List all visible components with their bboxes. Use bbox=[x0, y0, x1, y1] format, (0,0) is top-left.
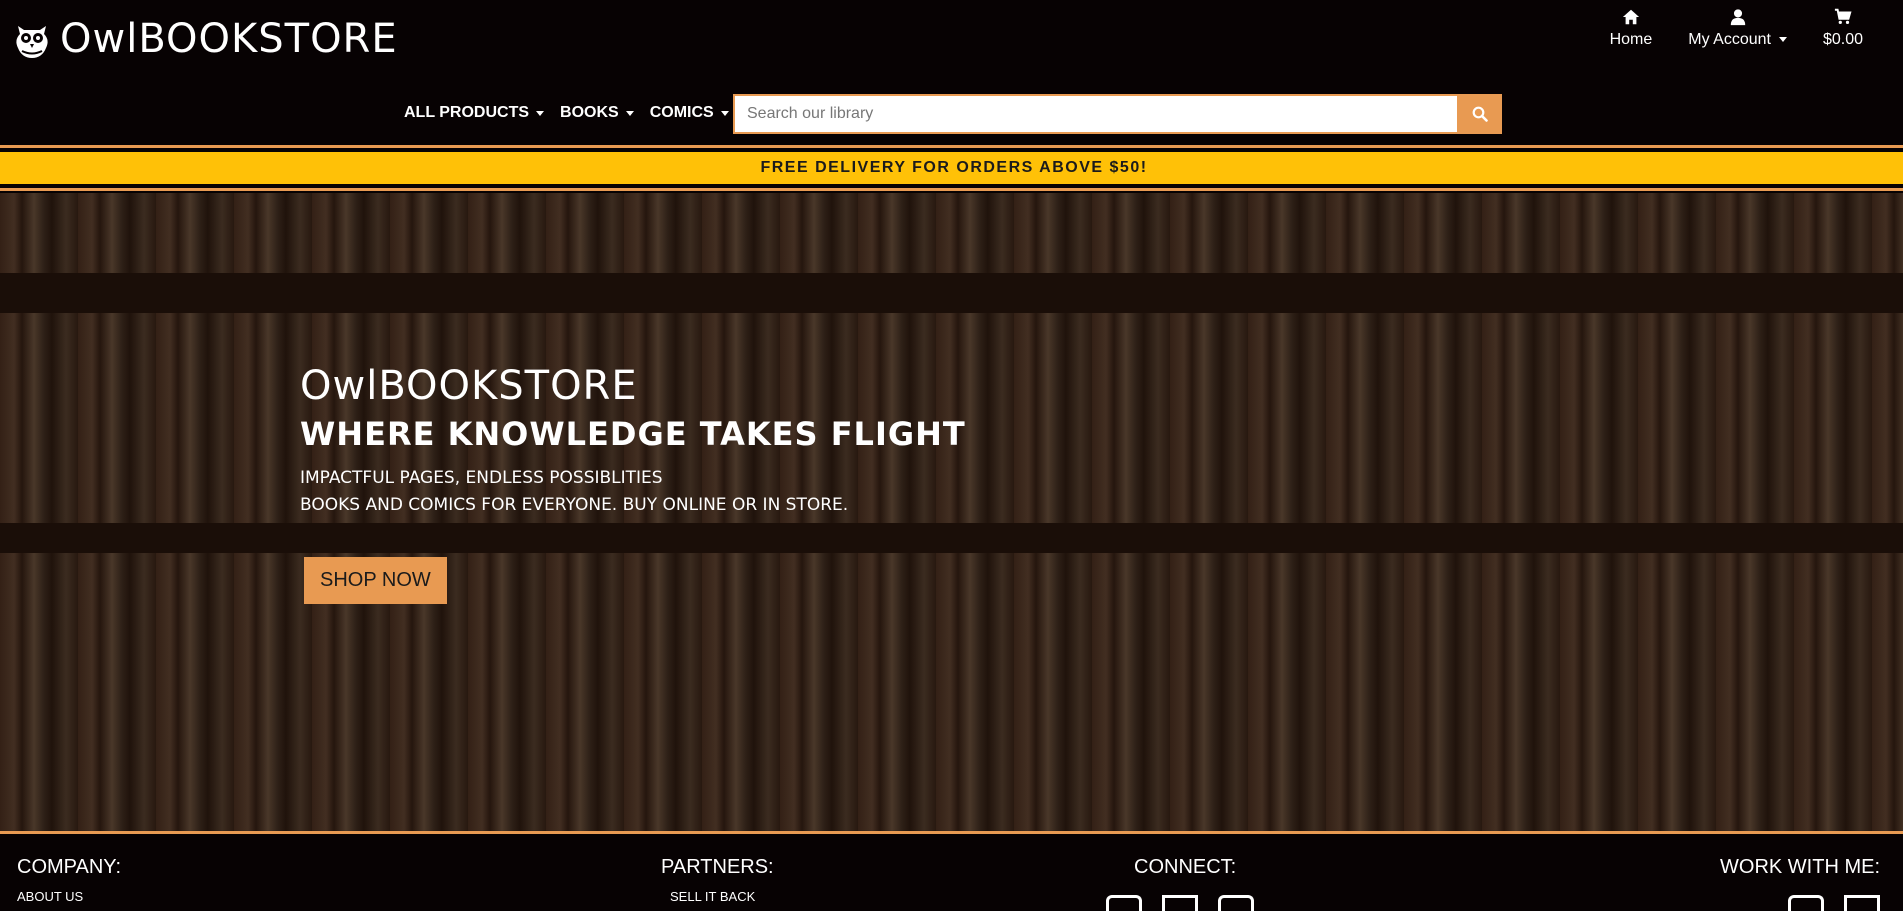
github-icon[interactable] bbox=[1788, 895, 1824, 911]
nav-comics[interactable]: COMICS bbox=[650, 104, 729, 122]
shelf-image-band bbox=[0, 273, 1903, 313]
chevron-down-icon bbox=[720, 110, 729, 116]
footer-work: WORK WITH ME: bbox=[1720, 856, 1880, 911]
chevron-down-icon bbox=[536, 110, 545, 116]
site-header: OwlBOOKSTORE Home My Account $0.00 ALL P… bbox=[0, 0, 1903, 145]
hero-section: OwlBOOKSTORE WHERE KNOWLEDGE TAKES FLIGH… bbox=[0, 193, 1903, 831]
cart-total: $0.00 bbox=[1822, 31, 1863, 48]
chevron-down-icon bbox=[1778, 37, 1787, 43]
nav-all-products-label: ALL PRODUCTS bbox=[404, 104, 530, 121]
work-links bbox=[1720, 895, 1880, 911]
brand-name: OwlBOOKSTORE bbox=[60, 16, 398, 62]
user-icon bbox=[1730, 9, 1745, 26]
hero-description: BOOKS AND COMICS FOR EVERYONE. BUY ONLIN… bbox=[300, 495, 849, 515]
home-link[interactable]: Home bbox=[1592, 8, 1671, 49]
social-links bbox=[1106, 895, 1254, 911]
nav-books-label: BOOKS bbox=[560, 104, 619, 121]
footer-partners: PARTNERS: SELL IT BACK bbox=[661, 856, 774, 904]
home-icon bbox=[1622, 9, 1640, 25]
sell-it-back-link[interactable]: SELL IT BACK bbox=[670, 889, 774, 904]
divider bbox=[0, 188, 1903, 191]
hero-title: OwlBOOKSTORE bbox=[300, 363, 638, 409]
promo-banner: FREE DELIVERY FOR ORDERS ABOVE $50! bbox=[0, 145, 1903, 191]
my-account-label: My Account bbox=[1688, 31, 1771, 48]
my-account-dropdown[interactable]: My Account bbox=[1670, 8, 1805, 49]
search-button[interactable] bbox=[1457, 94, 1502, 134]
promo-text: FREE DELIVERY FOR ORDERS ABOVE $50! bbox=[0, 152, 1903, 184]
hero-copy: OwlBOOKSTORE WHERE KNOWLEDGE TAKES FLIGH… bbox=[300, 363, 966, 604]
site-footer: COMPANY: ABOUT US PARTNERS: SELL IT BACK… bbox=[0, 831, 1903, 911]
footer-partners-heading: PARTNERS: bbox=[661, 856, 774, 878]
cart-link[interactable]: $0.00 bbox=[1805, 8, 1881, 49]
search-input[interactable] bbox=[733, 94, 1457, 134]
nav-books[interactable]: BOOKS bbox=[560, 104, 634, 122]
utility-nav: Home My Account $0.00 bbox=[1592, 8, 1881, 49]
chevron-down-icon bbox=[625, 110, 634, 116]
search-form bbox=[733, 94, 1502, 134]
home-label: Home bbox=[1609, 31, 1653, 48]
owl-logo-icon bbox=[16, 26, 48, 58]
footer-connect-heading: CONNECT: bbox=[1134, 856, 1237, 878]
shop-now-button[interactable]: SHOP NOW bbox=[304, 557, 447, 604]
instagram-icon[interactable] bbox=[1218, 895, 1254, 911]
facebook-icon[interactable] bbox=[1106, 895, 1142, 911]
footer-company: COMPANY: ABOUT US bbox=[17, 856, 121, 904]
footer-connect: CONNECT: bbox=[1106, 856, 1254, 911]
brand-logo[interactable]: OwlBOOKSTORE bbox=[12, 16, 398, 62]
about-us-link[interactable]: ABOUT US bbox=[17, 889, 121, 904]
hero-subtitle: WHERE KNOWLEDGE TAKES FLIGHT bbox=[300, 415, 966, 453]
nav-all-products[interactable]: ALL PRODUCTS bbox=[404, 104, 545, 122]
search-icon bbox=[1472, 106, 1488, 122]
main-nav: ALL PRODUCTS BOOKS COMICS bbox=[404, 104, 745, 122]
cart-icon bbox=[1834, 8, 1852, 25]
x-twitter-icon[interactable] bbox=[1162, 895, 1198, 911]
nav-comics-label: COMICS bbox=[649, 104, 714, 121]
hero-tagline: IMPACTFUL PAGES, ENDLESS POSSIBLITIES bbox=[300, 468, 663, 488]
footer-work-heading: WORK WITH ME: bbox=[1720, 856, 1880, 878]
footer-company-heading: COMPANY: bbox=[17, 856, 122, 878]
linkedin-icon[interactable] bbox=[1844, 895, 1880, 911]
